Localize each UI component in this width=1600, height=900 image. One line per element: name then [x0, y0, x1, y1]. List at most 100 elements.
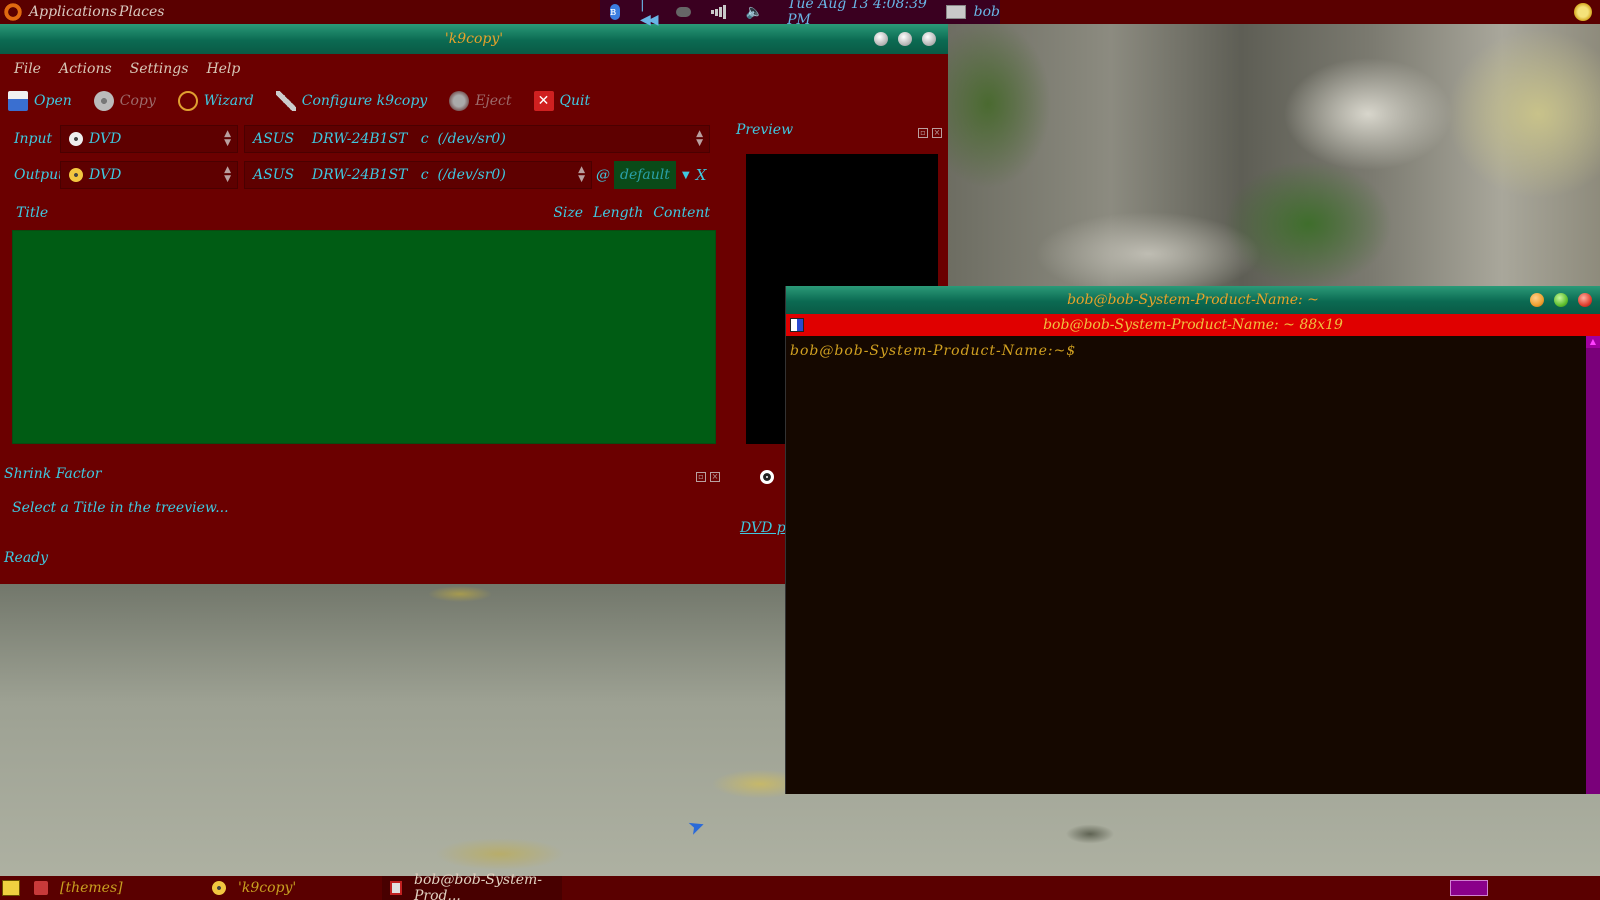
taskbar-item-terminal[interactable]: bob@bob-System-Prod... [382, 872, 562, 900]
terminal-window: bob@bob-System-Product-Name: ~ bob@bob-S… [785, 286, 1600, 794]
terminal-icon [390, 881, 402, 895]
clear-button[interactable]: X [696, 166, 707, 184]
shrink-dock-controls: ▫ × [696, 472, 720, 482]
bottom-taskbar: [themes] 'k9copy' bob@bob-System-Prod... [0, 872, 1600, 900]
spin-arrows-icon: ▲ ▼ [224, 129, 231, 148]
top-panel: Applications Places ʙ |◀◀ 🔈 Tue Aug 13 4… [0, 0, 1600, 28]
terminal-tab-icon [790, 318, 804, 332]
spin-arrows-icon: ▲ ▼ [224, 165, 231, 184]
taskbar-item-label: 'k9copy' [238, 880, 297, 896]
scroll-up-icon[interactable]: ▲ [1586, 336, 1600, 348]
shrink-message: Select a Title in the treeview... [12, 500, 229, 516]
system-tray: ʙ |◀◀ 🔈 Tue Aug 13 4:08:39 PM bob [600, 0, 1000, 28]
ubuntu-logo-icon[interactable] [2, 1, 24, 23]
dvd-copy-icon [93, 91, 114, 111]
input-source-combo[interactable]: DVD ▲ ▼ [60, 125, 238, 153]
taskbar-item-themes[interactable]: [themes] [26, 876, 204, 900]
copy-label: Copy [119, 93, 156, 109]
user-menu[interactable]: bob [945, 4, 1000, 20]
speed-input[interactable]: default [614, 161, 676, 189]
bluetooth-icon[interactable]: ʙ [610, 4, 621, 20]
column-title[interactable]: Title [12, 205, 543, 221]
open-icon [8, 91, 28, 111]
minimize-button[interactable] [874, 32, 888, 46]
input-row: Input DVD ▲ ▼ ASUS DRW-24B1ST c (/dev/sr0… [0, 124, 710, 154]
places-menu[interactable]: Places [118, 4, 166, 20]
wizard-button[interactable]: Wizard [177, 91, 254, 111]
chevron-down-icon[interactable]: ▼ [682, 170, 690, 181]
network-signal-icon[interactable] [710, 5, 726, 19]
at-symbol: @ [596, 167, 610, 183]
taskbar-item-label: bob@bob-System-Prod... [414, 872, 543, 900]
close-button[interactable] [1578, 293, 1592, 307]
maximize-button[interactable] [1554, 293, 1568, 307]
input-label: Input [14, 131, 53, 147]
shell-prompt: bob@bob-System-Product-Name:~$ [790, 343, 1077, 359]
workspace-switcher-icon[interactable] [1450, 880, 1488, 896]
float-icon[interactable]: ▫ [918, 128, 928, 138]
taskbar-item-label: [themes] [60, 880, 123, 896]
menu-actions[interactable]: Actions [59, 61, 112, 77]
output-row: Output DVD ▲ ▼ ASUS DRW-24B1ST c (/dev/sr… [0, 160, 706, 190]
taskbar-item-k9copy[interactable]: 'k9copy' [204, 876, 382, 900]
dvd-disc-icon [69, 132, 83, 146]
copy-button[interactable]: Copy [93, 91, 156, 111]
window-title: 'k9copy' [444, 31, 504, 47]
stop-icon[interactable] [760, 470, 774, 484]
k9copy-titlebar[interactable]: 'k9copy' [0, 24, 948, 54]
maximize-button[interactable] [898, 32, 912, 46]
window-controls [874, 32, 936, 46]
output-label: Output [14, 167, 64, 183]
input-device-value: ASUS DRW-24B1ST c (/dev/sr0) [253, 131, 506, 147]
spin-arrows-icon: ▲ ▼ [578, 165, 585, 184]
dvd-disc-icon [69, 168, 83, 182]
quit-icon: ✕ [533, 91, 554, 111]
column-size[interactable]: Size [553, 205, 583, 221]
close-icon[interactable]: × [710, 472, 720, 482]
terminal-tab-title: bob@bob-System-Product-Name: ~ 88x19 [1043, 317, 1343, 333]
column-content[interactable]: Content [653, 205, 710, 221]
wrench-icon [275, 91, 296, 111]
terminal-titlebar[interactable]: bob@bob-System-Product-Name: ~ [786, 286, 1600, 314]
terminal-scrollbar[interactable]: ▲ [1586, 336, 1600, 794]
dvd-playback-label[interactable]: DVD p [740, 520, 786, 536]
user-name: bob [973, 4, 1000, 20]
status-bar: Ready [4, 550, 49, 566]
close-icon[interactable]: × [932, 128, 942, 138]
toolbar: Open Copy Wizard Configure k9copy Eject … [0, 84, 948, 118]
cloud-icon[interactable] [675, 7, 691, 17]
terminal-window-controls [1530, 293, 1592, 307]
quit-label: Quit [559, 93, 591, 109]
terminal-tab[interactable]: bob@bob-System-Product-Name: ~ 88x19 [786, 314, 1600, 336]
input-device-combo[interactable]: ASUS DRW-24B1ST c (/dev/sr0) ▲ ▼ [244, 125, 710, 153]
weather-icon[interactable] [1574, 3, 1592, 21]
folder-icon [34, 881, 48, 895]
float-icon[interactable]: ▫ [696, 472, 706, 482]
input-source-value: DVD [89, 131, 122, 147]
menu-help[interactable]: Help [206, 61, 240, 77]
eject-label: Eject [475, 93, 512, 109]
show-desktop-icon[interactable] [2, 880, 20, 896]
preview-title: Preview [736, 122, 794, 138]
configure-button[interactable]: Configure k9copy [275, 91, 427, 111]
skip-back-icon[interactable]: |◀◀ [640, 0, 658, 28]
main-menu: Applications Places [0, 0, 165, 24]
wallpaper-rock-area [948, 24, 1600, 286]
clock[interactable]: Tue Aug 13 4:08:39 PM [787, 0, 928, 28]
column-length[interactable]: Length [593, 205, 643, 221]
terminal-title: bob@bob-System-Product-Name: ~ [1067, 292, 1319, 308]
terminal-content[interactable]: bob@bob-System-Product-Name:~$ [786, 336, 1586, 794]
applications-menu[interactable]: Applications [28, 4, 118, 20]
menu-file[interactable]: File [14, 61, 41, 77]
quit-button[interactable]: ✕ Quit [533, 91, 591, 111]
volume-icon[interactable]: 🔈 [746, 4, 763, 20]
output-target-combo[interactable]: DVD ▲ ▼ [60, 161, 238, 189]
close-button[interactable] [922, 32, 936, 46]
menu-settings[interactable]: Settings [130, 61, 189, 77]
title-treeview[interactable] [12, 230, 716, 444]
minimize-button[interactable] [1530, 293, 1544, 307]
eject-button[interactable]: Eject [449, 91, 512, 111]
dvd-disc-icon [212, 881, 226, 895]
open-button[interactable]: Open [8, 91, 72, 111]
output-device-combo[interactable]: ASUS DRW-24B1ST c (/dev/sr0) ▲ ▼ [244, 161, 592, 189]
